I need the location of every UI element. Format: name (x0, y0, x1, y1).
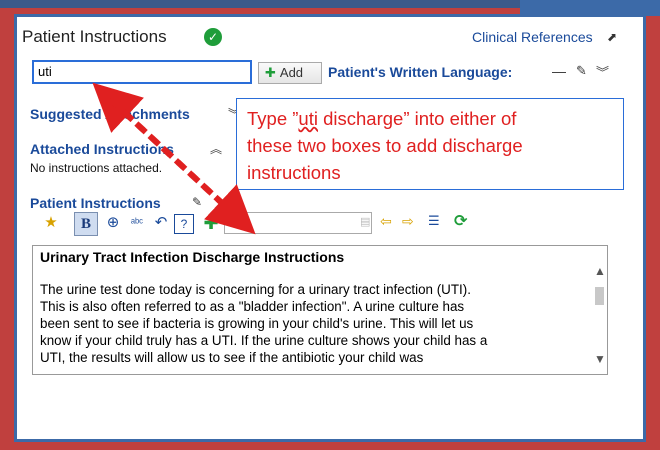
external-link-icon[interactable]: ⬈ (607, 30, 617, 44)
scroll-up-icon[interactable]: ▲ (594, 264, 606, 278)
written-language-value: — (552, 63, 566, 79)
document-body: The urine test done today is concerning … (40, 282, 488, 365)
patient-instructions-section-header: Patient Instructions (30, 195, 161, 211)
page-title: Patient Instructions (22, 27, 167, 46)
add-button[interactable]: ✚ Add (258, 62, 322, 84)
document-title: Urinary Tract Infection Discharge Instru… (40, 249, 345, 265)
scroll-thumb[interactable] (595, 287, 604, 305)
add-button-label: Add (279, 65, 304, 80)
suggested-attachments-header[interactable]: Suggested Attachments (30, 106, 190, 122)
chevron-double-up-icon[interactable]: ︽ (210, 140, 222, 157)
callout-prefix: Type ” (247, 108, 299, 129)
list-icon[interactable]: ☰ (428, 213, 440, 229)
spellcheck-icon[interactable]: ᵃᵇᶜ (126, 212, 148, 234)
refresh-icon[interactable]: ⟳ (454, 211, 467, 231)
annotation-callout: Type ”uti discharge” into either of thes… (236, 98, 624, 190)
arrow-left-icon[interactable]: ⇦ (380, 213, 392, 230)
bold-icon[interactable]: B (74, 212, 98, 236)
zoom-icon[interactable]: ⊕ (102, 212, 124, 234)
arrow-right-icon[interactable]: ⇨ (402, 213, 414, 230)
instructions-search-input[interactable]: uti (32, 60, 252, 84)
callout-underlined: uti (298, 108, 318, 129)
attached-instructions-header[interactable]: Attached Instructions (30, 141, 174, 157)
plus-icon[interactable]: ✚ (200, 212, 222, 234)
clinical-references-link[interactable]: Clinical References (472, 29, 593, 45)
no-instructions-text: No instructions attached. (30, 161, 163, 175)
check-circle-icon: ✓ (204, 28, 222, 46)
clear-field-icon[interactable]: ▤ (360, 215, 370, 228)
plus-icon: ✚ (265, 65, 276, 80)
written-language-label: Patient's Written Language: (328, 64, 513, 80)
scroll-down-icon[interactable]: ▼ (594, 352, 606, 366)
undo-icon[interactable]: ↶ (150, 212, 172, 234)
document-search-input[interactable]: uti (224, 212, 372, 234)
chevron-double-down-icon[interactable]: ︾ (596, 62, 609, 81)
help-icon[interactable]: ? (174, 214, 194, 234)
pencil-icon[interactable]: ✎ (576, 63, 587, 79)
star-icon[interactable]: ★ (40, 212, 62, 234)
pencil-icon[interactable]: ✎ (192, 195, 202, 209)
